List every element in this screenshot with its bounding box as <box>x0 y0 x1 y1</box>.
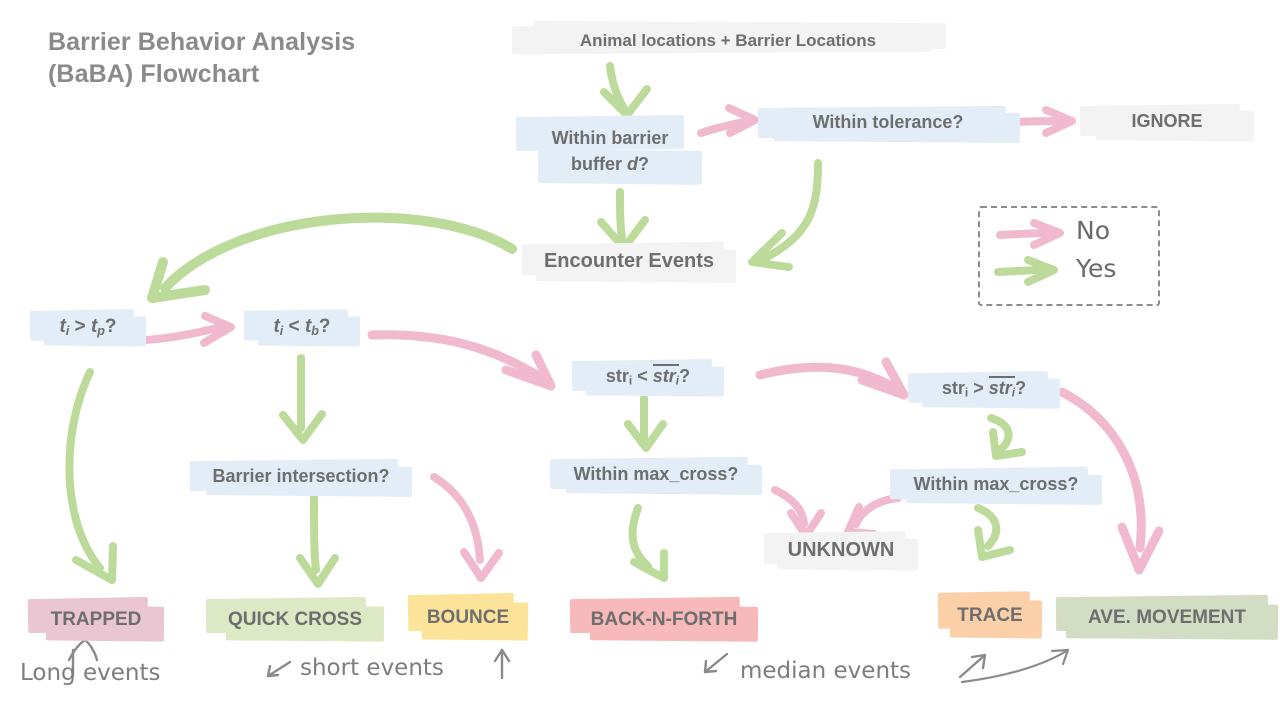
node-within-max-cross-left-label: Within max_cross? <box>573 464 739 485</box>
outcome-trapped[interactable]: TRAPPED <box>27 596 165 642</box>
arrow-input-to-buffer <box>600 62 651 119</box>
node-t-greater-tp-label: ti > tp? <box>59 315 117 338</box>
arrow-tgttp-to-trapped <box>65 368 117 584</box>
node-t-greater-tp[interactable]: ti > tp? <box>29 308 147 347</box>
outcome-trace-label: TRACE <box>957 605 1023 627</box>
outcome-back-n-forth-label: BACK-N-FORTH <box>590 609 738 631</box>
node-encounter-events[interactable]: Encounter Events <box>521 240 737 283</box>
node-ignore[interactable]: IGNORE <box>1079 103 1255 142</box>
flowchart-canvas: Barrier Behavior Analysis (BaBA) Flowcha… <box>0 0 1280 720</box>
node-str-greater-mean[interactable]: stri > stri? <box>907 370 1061 409</box>
legend-no-label: No <box>1076 216 1110 245</box>
arrow-tolerance-to-encounter <box>748 159 822 271</box>
arrow-strgt-to-maxcrossright <box>987 414 1026 460</box>
annotation-long-events: Long events <box>20 660 161 686</box>
outcome-quick-cross[interactable]: QUICK CROSS <box>205 596 385 642</box>
node-within-max-cross-right-label: Within max_cross? <box>913 474 1079 495</box>
node-encounter-events-label: Encounter Events <box>543 249 715 272</box>
arrow-maxcrossright-to-trace <box>974 504 1014 561</box>
node-barrier-intersection[interactable]: Barrier intersection? <box>189 458 413 497</box>
arrow-strlt-to-maxcross-left <box>624 394 667 452</box>
annotation-median-events: median events <box>740 658 912 684</box>
node-input[interactable]: Animal locations + Barrier Locations <box>508 20 948 62</box>
arrow-maxcrossleft-to-backnforth <box>628 504 668 582</box>
page-title-line-2: (BaBA) Flowchart <box>48 60 260 88</box>
arrow-encounter-to-tgttp <box>147 212 517 303</box>
page-title: Barrier Behavior Analysis (BaBA) Flowcha… <box>48 26 468 90</box>
node-within-tolerance[interactable]: Within tolerance? <box>756 104 1021 143</box>
arrow-tolerance-to-ignore <box>1014 106 1076 137</box>
outcome-quick-cross-label: QUICK CROSS <box>227 609 363 631</box>
legend-yes-label: Yes <box>1076 254 1117 283</box>
node-within-max-cross-right[interactable]: Within max_cross? <box>889 466 1103 505</box>
node-barrier-intersection-label: Barrier intersection? <box>212 466 390 487</box>
outcome-bounce-label: BOUNCE <box>426 607 510 629</box>
node-within-barrier-buffer-label-line1: Within barrier <box>551 128 669 149</box>
outcome-trace[interactable]: TRACE <box>937 591 1043 639</box>
outcome-ave-movement-label: AVE. MOVEMENT <box>1088 607 1246 629</box>
node-str-less-mean-label: stri < stri? <box>605 363 691 388</box>
arrow-tgttp-to-tlttb <box>142 312 235 347</box>
node-t-less-tb-label: ti < tb? <box>273 315 331 338</box>
outcome-bounce[interactable]: BOUNCE <box>407 592 529 641</box>
node-within-max-cross-left[interactable]: Within max_cross? <box>549 456 763 495</box>
arrow-tlttb-to-intersection <box>279 354 326 444</box>
node-t-less-tb[interactable]: ti < tb? <box>243 308 361 347</box>
arrow-intersection-to-quickcross <box>296 493 339 588</box>
arrow-intersection-to-bounce <box>430 473 503 582</box>
node-str-greater-mean-label: stri > stri? <box>941 375 1027 400</box>
node-within-barrier-buffer[interactable]: Within barrier buffer d? <box>510 110 710 194</box>
outcome-back-n-forth[interactable]: BACK-N-FORTH <box>569 596 759 642</box>
node-within-barrier-buffer-label-line2: buffer d? <box>571 154 649 174</box>
arrow-tlttb-to-strlt <box>367 330 556 391</box>
annotation-short-events: short events <box>300 655 444 681</box>
page-title-line-1: Barrier Behavior Analysis <box>48 28 356 56</box>
legend-box: No Yes <box>978 206 1160 306</box>
node-unknown-label: UNKNOWN <box>787 538 895 561</box>
node-ignore-label: IGNORE <box>1131 111 1203 132</box>
outcome-ave-movement[interactable]: AVE. MOVEMENT <box>1055 594 1279 640</box>
node-str-less-mean[interactable]: stri < stri? <box>571 358 725 397</box>
outcome-trapped-label: TRAPPED <box>50 609 142 631</box>
node-within-tolerance-label: Within tolerance? <box>812 112 964 133</box>
node-input-label: Animal locations + Barrier Locations <box>579 30 877 50</box>
node-unknown[interactable]: UNKNOWN <box>763 530 919 571</box>
arrow-strlt-to-strgt <box>755 357 909 400</box>
